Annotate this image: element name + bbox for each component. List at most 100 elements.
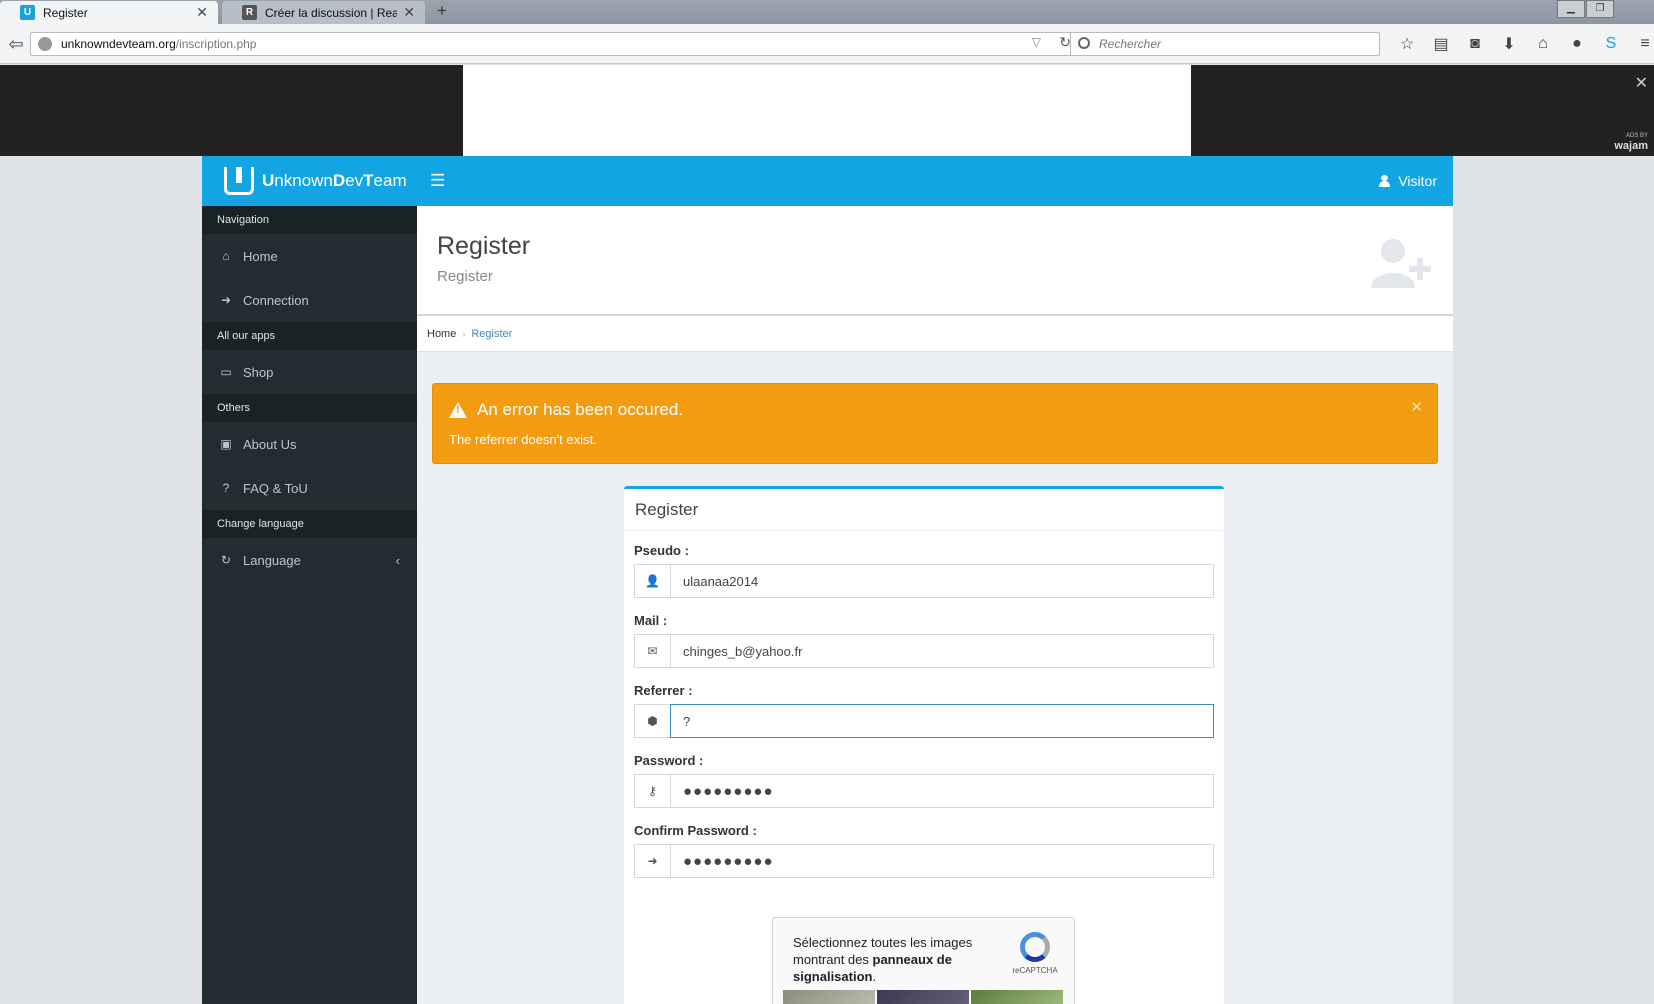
reading-list-icon[interactable]: ▤ bbox=[1424, 32, 1458, 56]
page-subtitle: Register bbox=[437, 268, 493, 285]
browser-tab-discussion[interactable]: R Créer la discussion | Reality... ✕ bbox=[222, 1, 425, 24]
password-label: Password : bbox=[634, 753, 704, 768]
skype-icon[interactable]: S bbox=[1594, 32, 1628, 56]
sidebar-item-about[interactable]: ▣ About Us bbox=[202, 422, 417, 466]
envelope-icon: ✉ bbox=[634, 634, 670, 668]
confirm-password-label: Confirm Password : bbox=[634, 823, 757, 838]
logo-icon bbox=[224, 167, 254, 195]
window-controls: ▁ ❐ bbox=[1556, 0, 1614, 18]
url-domain: unknowndevteam.org bbox=[61, 37, 176, 51]
sidebar-item-connection[interactable]: ➜ Connection bbox=[202, 278, 417, 322]
confirm-password-input[interactable]: ●●●●●●●●● bbox=[670, 844, 1214, 878]
password-field: ⚷ ●●●●●●●●● bbox=[634, 774, 1214, 808]
toolbar-icons: ☆ ▤ ◙ ⬇ ⌂ ● S ≡ bbox=[1390, 32, 1654, 56]
sidebar: Navigation ⌂ Home ➜ Connection All our a… bbox=[202, 206, 417, 1004]
site-header: UnknownDevTeam ☰ Visitor bbox=[202, 156, 1453, 206]
site-favicon-icon: U bbox=[20, 5, 35, 20]
question-icon: ? bbox=[222, 481, 230, 495]
referrer-label: Referrer : bbox=[634, 683, 693, 698]
ad-attribution-prefix: ADS BY bbox=[1625, 133, 1648, 139]
mail-label: Mail : bbox=[634, 613, 668, 628]
sidebar-item-label: FAQ & ToU bbox=[243, 480, 308, 496]
breadcrumb-home[interactable]: Home bbox=[427, 328, 456, 340]
captcha-prompt: Sélectionnez toutes les images montrant … bbox=[793, 935, 973, 984]
globe-icon bbox=[38, 37, 52, 51]
pseudo-label: Pseudo : bbox=[634, 543, 689, 558]
sidebar-item-shop[interactable]: ▭ Shop bbox=[202, 350, 417, 394]
browser-tab-bar: U Register ✕ R Créer la discussion | Rea… bbox=[0, 0, 1654, 24]
menu-icon[interactable]: ≡ bbox=[1628, 32, 1654, 56]
close-tab-icon[interactable]: ✕ bbox=[196, 4, 208, 21]
recaptcha-widget[interactable]: Sélectionnez toutes les images montrant … bbox=[772, 917, 1075, 1004]
sidebar-item-language[interactable]: ↻ Language ‹ bbox=[202, 538, 417, 582]
search-icon bbox=[1078, 37, 1090, 49]
minimize-button[interactable]: ▁ bbox=[1557, 0, 1585, 18]
tag-icon: ⬢ bbox=[634, 704, 670, 738]
browser-nav-bar: ⇦ unknowndevteam.org/inscription.php ▽ ↻… bbox=[0, 24, 1654, 64]
breadcrumb-separator-icon: › bbox=[462, 328, 466, 339]
close-tab-icon[interactable]: ✕ bbox=[403, 4, 415, 21]
mail-field: ✉ chinges_b@yahoo.fr bbox=[634, 634, 1214, 668]
close-alert-icon[interactable]: ✕ bbox=[1410, 398, 1423, 416]
refresh-icon: ↻ bbox=[220, 553, 232, 567]
browser-tab-register[interactable]: U Register ✕ bbox=[0, 1, 218, 24]
sidebar-item-label: About Us bbox=[243, 436, 297, 452]
search-placeholder: Rechercher bbox=[1099, 37, 1162, 51]
confirm-password-field: ➜ ●●●●●●●●● bbox=[634, 844, 1214, 878]
mail-input[interactable]: chinges_b@yahoo.fr bbox=[670, 634, 1214, 668]
brand-name: UnknownDevTeam bbox=[262, 171, 407, 190]
history-dropdown-icon[interactable]: ▽ bbox=[1032, 35, 1041, 49]
captcha-tile[interactable] bbox=[971, 990, 1063, 1004]
register-form-panel: Register Pseudo : 👤 ulaanaa2014 Mail : ✉… bbox=[624, 486, 1224, 1004]
password-input[interactable]: ●●●●●●●●● bbox=[670, 774, 1214, 808]
add-user-icon bbox=[1371, 239, 1431, 288]
recaptcha-icon bbox=[1020, 932, 1050, 962]
ad-content[interactable] bbox=[463, 65, 1191, 156]
sign-in-icon: ➜ bbox=[220, 293, 232, 307]
browser-search-input[interactable]: Rechercher bbox=[1070, 32, 1380, 56]
url-bar[interactable]: unknowndevteam.org/inscription.php ▽ ↻ bbox=[30, 32, 1080, 56]
sidebar-header-others: Others bbox=[202, 394, 417, 422]
breadcrumb-current[interactable]: Register bbox=[471, 328, 512, 340]
sidebar-item-faq[interactable]: ? FAQ & ToU bbox=[202, 466, 417, 510]
site-favicon-icon: R bbox=[242, 5, 257, 20]
tab-label: Créer la discussion | Reality... bbox=[265, 5, 398, 20]
sidebar-item-home[interactable]: ⌂ Home bbox=[202, 234, 417, 278]
website: UnknownDevTeam ☰ Visitor Navigation ⌂ Ho… bbox=[202, 156, 1453, 1004]
pseudo-input[interactable]: ulaanaa2014 bbox=[670, 564, 1214, 598]
referrer-field: ⬢ ? bbox=[634, 704, 1214, 738]
captcha-tile[interactable] bbox=[877, 990, 969, 1004]
back-arrow-icon[interactable]: ⇦ bbox=[4, 32, 28, 56]
recaptcha-brand: reCAPTCHA bbox=[1012, 966, 1058, 975]
home-icon: ⌂ bbox=[222, 249, 230, 263]
user-icon: 👤 bbox=[634, 564, 670, 598]
download-icon[interactable]: ⬇ bbox=[1492, 32, 1526, 56]
bookmark-star-icon[interactable]: ☆ bbox=[1390, 32, 1424, 56]
page-title: Register bbox=[437, 232, 531, 260]
desktop-icon: ▭ bbox=[220, 365, 232, 379]
sidebar-header-language: Change language bbox=[202, 510, 417, 538]
referrer-input[interactable]: ? bbox=[670, 704, 1214, 738]
sidebar-header-apps: All our apps bbox=[202, 322, 417, 350]
sidebar-item-label: Language bbox=[243, 552, 301, 568]
user-icon bbox=[1379, 175, 1391, 187]
captcha-tile[interactable] bbox=[783, 990, 875, 1004]
new-tab-button[interactable]: + bbox=[437, 1, 447, 21]
warning-icon bbox=[449, 402, 467, 418]
main-content: Register Register Home › Register An err… bbox=[417, 206, 1453, 1004]
lock-icon: ▣ bbox=[220, 437, 232, 451]
maximize-button[interactable]: ❐ bbox=[1586, 0, 1614, 18]
chat-icon[interactable]: ● bbox=[1560, 32, 1594, 56]
close-ad-icon[interactable]: ✕ bbox=[1635, 73, 1648, 93]
breadcrumb: Home › Register bbox=[417, 316, 1453, 352]
home-icon[interactable]: ⌂ bbox=[1526, 32, 1560, 56]
alert-title: An error has been occured. bbox=[477, 400, 684, 419]
ad-attribution-brand: wajam bbox=[1614, 140, 1648, 152]
ad-banner: ✕ ADS BY wajam bbox=[0, 65, 1654, 156]
form-title: Register bbox=[624, 489, 1224, 531]
site-logo[interactable]: UnknownDevTeam bbox=[224, 167, 407, 195]
recaptcha-logo: reCAPTCHA bbox=[1010, 932, 1060, 975]
sidebar-toggle-icon[interactable]: ☰ bbox=[430, 171, 445, 191]
pocket-icon[interactable]: ◙ bbox=[1458, 32, 1492, 56]
user-menu[interactable]: Visitor bbox=[1379, 173, 1437, 189]
